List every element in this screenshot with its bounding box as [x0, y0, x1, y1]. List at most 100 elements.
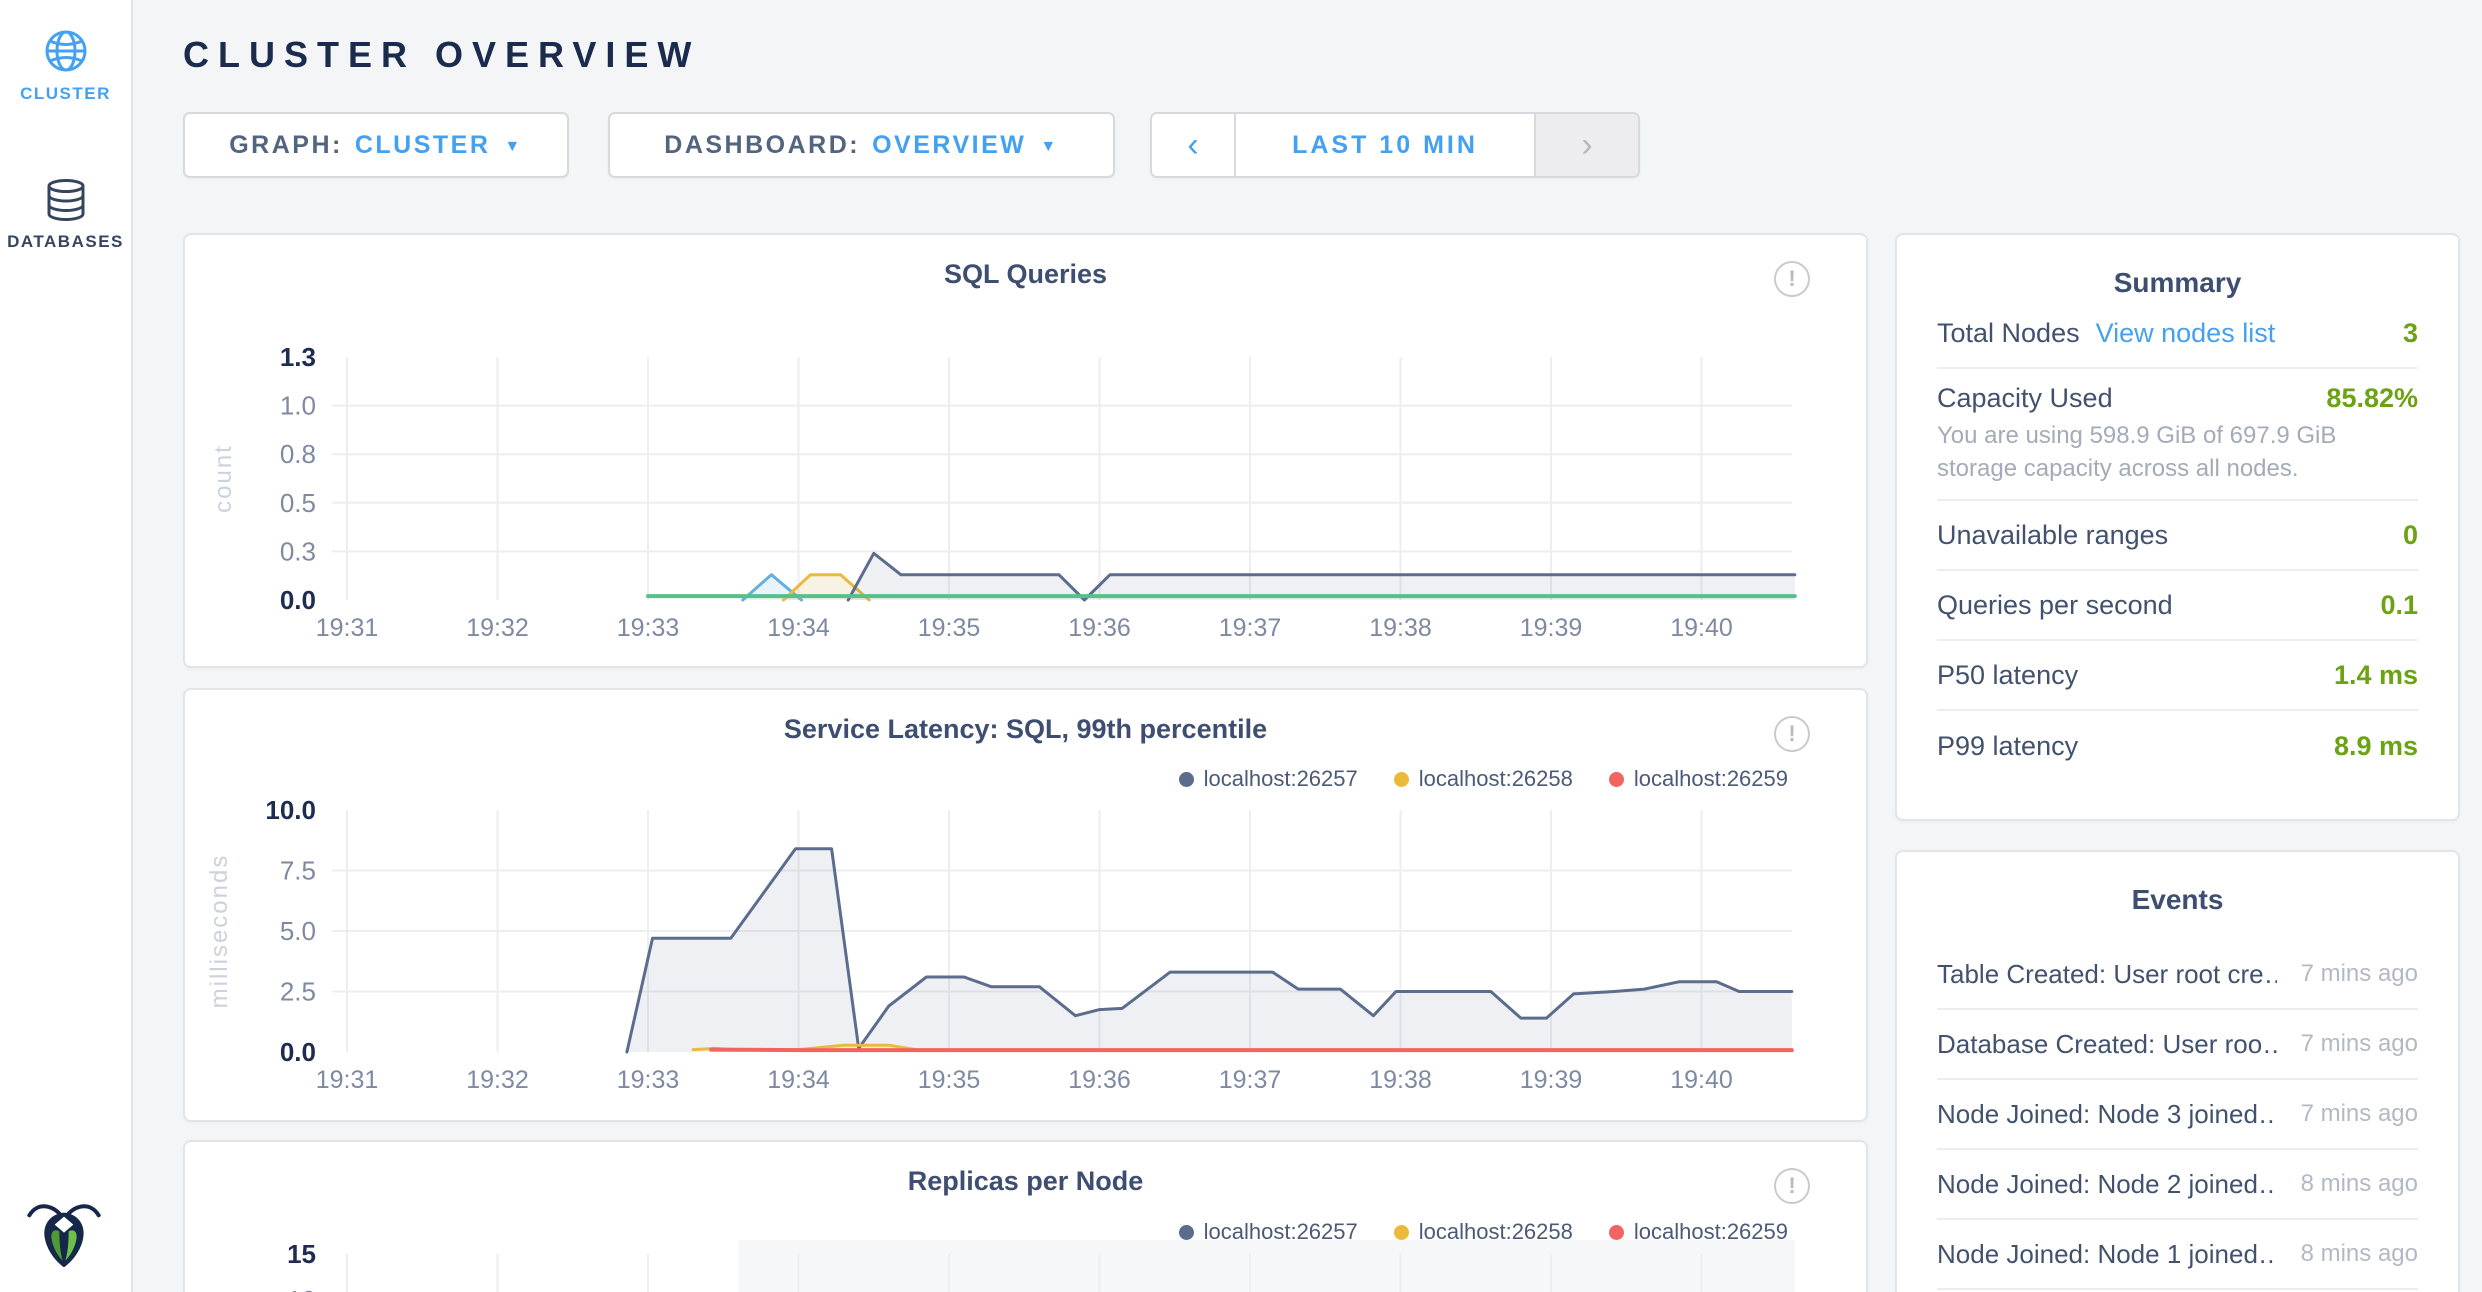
svg-text:19:37: 19:37: [1219, 1066, 1282, 1094]
summary-label: Queries per second: [1937, 590, 2173, 621]
chart-plot-service-latency[interactable]: 19:31 19:32 19:33 19:34 19:35 19:36 19:37 19:38…: [185, 690, 1866, 1120]
event-row: Node Joined: Node 3 joined… 7 mins ago: [1937, 1080, 2418, 1150]
dashboard-dropdown-value: OVERVIEW: [872, 131, 1026, 160]
panel-title: Summary: [1937, 267, 2418, 299]
svg-text:0.8: 0.8: [280, 439, 316, 469]
svg-text:1.3: 1.3: [280, 342, 316, 372]
summary-value: 85.82%: [2326, 383, 2418, 414]
event-time: 7 mins ago: [2301, 960, 2418, 988]
chevron-right-icon: ›: [1581, 126, 1592, 165]
chevron-left-icon: ‹: [1187, 126, 1198, 165]
timerange-label[interactable]: LAST 10 MIN: [1236, 114, 1534, 176]
chart-card-replicas-per-node: Replicas per Node ! localhost:26257 loca…: [183, 1140, 1868, 1292]
svg-text:0.5: 0.5: [280, 488, 316, 518]
svg-text:0.3: 0.3: [280, 536, 316, 566]
chart-plot-replicas-per-node[interactable]: 1510: [185, 1142, 1866, 1292]
svg-text:0.0: 0.0: [280, 1037, 316, 1067]
chevron-down-icon: ▼: [504, 138, 522, 156]
svg-text:19:40: 19:40: [1670, 614, 1733, 642]
event-time: 8 mins ago: [2301, 1240, 2418, 1268]
event-label: Database Created: User roo…: [1937, 1029, 2277, 1060]
svg-text:19:38: 19:38: [1369, 614, 1432, 642]
chart-card-service-latency: Service Latency: SQL, 99th percentile ! …: [183, 688, 1868, 1122]
svg-text:19:38: 19:38: [1369, 1066, 1432, 1094]
event-time: 8 mins ago: [2301, 1170, 2418, 1198]
svg-text:count: count: [210, 444, 237, 513]
svg-text:19:35: 19:35: [918, 614, 981, 642]
event-time: 7 mins ago: [2301, 1030, 2418, 1058]
sidebar-item-databases[interactable]: DATABASES: [0, 178, 131, 252]
sidebar-item-label: DATABASES: [0, 232, 131, 252]
events-panel: Events Table Created: User root cre… 7 m…: [1895, 850, 2460, 1292]
timerange-picker: ‹ LAST 10 MIN ›: [1150, 112, 1640, 178]
svg-text:7.5: 7.5: [280, 856, 316, 886]
event-row: Table Created: User root cre… 7 mins ago: [1937, 940, 2418, 1010]
svg-text:19:36: 19:36: [1068, 1066, 1131, 1094]
graph-dropdown[interactable]: GRAPH: CLUSTER ▼: [183, 112, 569, 178]
summary-value: 8.9 ms: [2334, 731, 2418, 762]
page-title: CLUSTER OVERVIEW: [183, 34, 700, 76]
event-row: Node Joined: Node 2 joined… 8 mins ago: [1937, 1150, 2418, 1220]
view-nodes-link[interactable]: View nodes list: [2096, 318, 2276, 349]
dashboard-dropdown[interactable]: DASHBOARD: OVERVIEW ▼: [608, 112, 1115, 178]
svg-text:5.0: 5.0: [280, 916, 316, 946]
panel-title: Events: [1937, 884, 2418, 916]
svg-text:10: 10: [287, 1285, 316, 1292]
sidebar: CLUSTER DATABASES: [0, 0, 133, 1292]
svg-text:19:31: 19:31: [316, 614, 379, 642]
svg-text:19:32: 19:32: [466, 614, 529, 642]
summary-row-p99-latency: P99 latency 8.9 ms: [1937, 711, 2418, 781]
svg-text:19:33: 19:33: [617, 1066, 680, 1094]
chart-card-sql-queries: SQL Queries ! 19:3119:3219:3319:3419:351…: [183, 233, 1868, 668]
svg-text:19:39: 19:39: [1520, 614, 1583, 642]
summary-value: 1.4 ms: [2334, 660, 2418, 691]
events-list: Table Created: User root cre… 7 mins ago…: [1937, 940, 2418, 1290]
chart-plot-sql-queries[interactable]: 19:31 19:32 19:33 19:34 19:35 19:36 19:37 19:38…: [185, 235, 1866, 666]
summary-row-p50-latency: P50 latency 1.4 ms: [1937, 641, 2418, 711]
graph-dropdown-label: GRAPH:: [229, 131, 343, 160]
svg-text:19:31: 19:31: [316, 1066, 379, 1094]
graph-dropdown-value: CLUSTER: [355, 131, 491, 160]
summary-row-unavailable-ranges: Unavailable ranges 0: [1937, 501, 2418, 571]
svg-text:milliseconds: milliseconds: [206, 854, 233, 1009]
svg-text:19:34: 19:34: [767, 614, 830, 642]
globe-icon: [0, 28, 131, 74]
svg-text:19:34: 19:34: [767, 1066, 830, 1094]
svg-text:0.0: 0.0: [280, 585, 316, 615]
event-label: Table Created: User root cre…: [1937, 959, 2277, 990]
summary-panel: Summary Total Nodes View nodes list 3 Ca…: [1895, 233, 2460, 821]
svg-text:19:33: 19:33: [617, 614, 680, 642]
event-label: Node Joined: Node 3 joined…: [1937, 1099, 2277, 1130]
svg-text:19:36: 19:36: [1068, 614, 1131, 642]
cockroach-logo[interactable]: [24, 1194, 104, 1274]
svg-text:19:37: 19:37: [1219, 614, 1282, 642]
svg-text:15: 15: [287, 1239, 316, 1269]
summary-value: 3: [2403, 318, 2418, 349]
summary-label: P99 latency: [1937, 731, 2078, 762]
sidebar-item-cluster[interactable]: CLUSTER: [0, 28, 131, 104]
svg-text:1.0: 1.0: [280, 391, 316, 421]
timerange-prev-button[interactable]: ‹: [1152, 114, 1236, 176]
event-row: Node Joined: Node 1 joined… 8 mins ago: [1937, 1220, 2418, 1290]
svg-text:19:32: 19:32: [466, 1066, 529, 1094]
summary-row-capacity-used: Capacity Used 85.82% You are using 598.9…: [1937, 369, 2418, 501]
svg-text:2.5: 2.5: [280, 977, 316, 1007]
event-time: 7 mins ago: [2301, 1100, 2418, 1128]
event-label: Node Joined: Node 1 joined…: [1937, 1239, 2277, 1270]
event-label: Node Joined: Node 2 joined…: [1937, 1169, 2277, 1200]
summary-row-queries-per-second: Queries per second 0.1: [1937, 571, 2418, 641]
chevron-down-icon: ▼: [1040, 138, 1058, 156]
databases-icon: [0, 178, 131, 222]
timerange-next-button[interactable]: ›: [1534, 114, 1638, 176]
summary-label: Total Nodes: [1937, 318, 2080, 349]
capacity-caption: You are using 598.9 GiB of 697.9 GiB sto…: [1937, 420, 2418, 485]
summary-label: P50 latency: [1937, 660, 2078, 691]
summary-row-total-nodes: Total Nodes View nodes list 3: [1937, 299, 2418, 369]
svg-text:19:35: 19:35: [918, 1066, 981, 1094]
dashboard-dropdown-label: DASHBOARD:: [664, 131, 860, 160]
summary-value: 0.1: [2380, 590, 2418, 621]
sidebar-item-label: CLUSTER: [0, 84, 131, 104]
summary-label: Capacity Used: [1937, 383, 2113, 414]
event-row: Database Created: User roo… 7 mins ago: [1937, 1010, 2418, 1080]
svg-text:19:40: 19:40: [1670, 1066, 1733, 1094]
